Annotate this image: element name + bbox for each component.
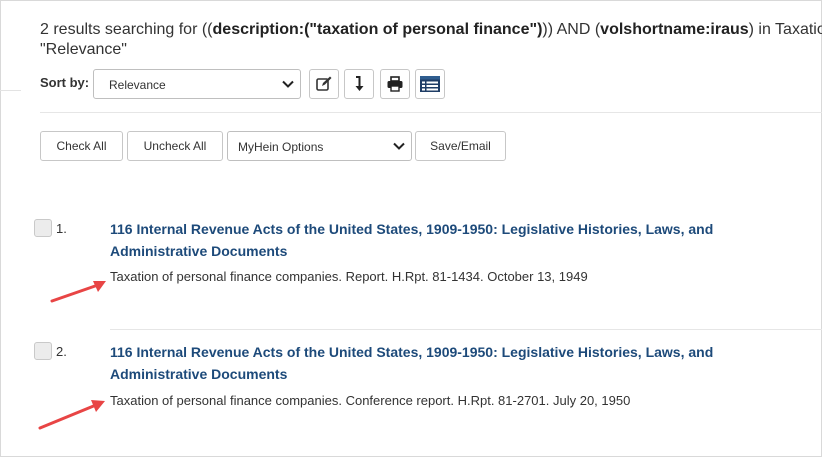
result-divider [110,329,822,330]
result-description: Taxation of personal finance companies. … [110,393,631,408]
result-title-link[interactable]: 116 Internal Revenue Acts of the United … [110,218,770,262]
list-view-icon [420,76,440,92]
check-all-button[interactable]: Check All [40,131,123,161]
annotation-arrow-icon [38,400,105,430]
uncheck-all-button[interactable]: Uncheck All [127,131,223,161]
annotation-arrow-icon [50,281,106,303]
toolbar-divider [40,112,822,113]
chevron-down-icon [393,142,405,150]
list-view-button[interactable] [415,69,445,99]
save-email-button[interactable]: Save/Email [415,131,506,161]
download-icon [355,76,364,91]
result-title-link[interactable]: 116 Internal Revenue Acts of the United … [110,341,770,385]
chevron-down-icon [282,80,294,88]
myhein-selected-value: MyHein Options [238,140,324,154]
sort-label: Sort by: [40,75,90,90]
result-number: 2. [56,344,67,359]
sort-direction-button[interactable] [344,69,374,99]
result-number: 1. [56,221,67,236]
result-description: Taxation of personal finance companies. … [110,269,588,284]
edit-search-button[interactable] [309,69,339,99]
sort-selected-value: Relevance [109,78,166,92]
print-icon [387,76,403,92]
edit-icon [316,76,332,91]
result-checkbox[interactable] [34,342,52,360]
left-divider [0,90,21,91]
myhein-options-select[interactable]: MyHein Options [227,131,412,161]
sort-select[interactable]: Relevance [93,69,301,99]
result-checkbox[interactable] [34,219,52,237]
search-summary: 2 results searching for ((description:("… [40,21,822,58]
print-button[interactable] [380,69,410,99]
